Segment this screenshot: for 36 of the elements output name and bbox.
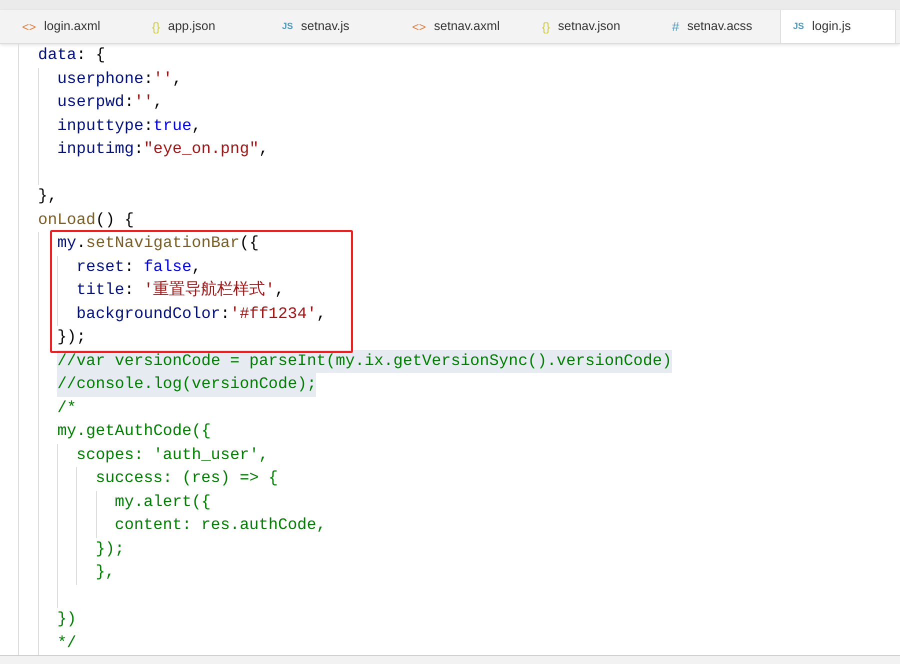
- code-line: */: [57, 632, 76, 654]
- code-line: userpwd:'',: [57, 92, 163, 113]
- code-brackets-icon: <>: [22, 20, 36, 32]
- code-line: content: res.authCode,: [114, 515, 326, 536]
- code-brackets-icon: <>: [412, 20, 426, 32]
- code-line: data: {: [38, 45, 106, 66]
- code-line: inputimg:"eye_on.png",: [57, 139, 268, 160]
- code-line: backgroundColor:'#ff1234',: [76, 304, 326, 324]
- code-line: },: [96, 562, 115, 583]
- code-line: success: (res) => {: [96, 468, 278, 489]
- code-line: });: [96, 538, 124, 560]
- code-line: my.alert({: [114, 492, 211, 512]
- code-line: my.setNavigationBar({: [57, 233, 259, 254]
- code-line: my.getAuthCode({: [57, 421, 211, 442]
- code-line: onLoad() {: [38, 210, 134, 230]
- js-icon: JS: [793, 22, 804, 31]
- file-tab[interactable]: JS setnav.js: [260, 10, 390, 43]
- code-line: });: [57, 327, 86, 348]
- hash-icon: #: [672, 20, 680, 33]
- file-tab[interactable]: # setnav.acss: [650, 10, 780, 43]
- file-tab[interactable]: {} app.json: [130, 10, 260, 43]
- code-line: title: '重置导航栏样式',: [76, 280, 284, 301]
- code-line: }): [57, 609, 76, 630]
- file-tab[interactable]: {} setnav.json: [520, 10, 650, 43]
- file-tab[interactable]: <> login.axml: [0, 10, 130, 43]
- code-line: },: [38, 186, 58, 207]
- braces-icon: {}: [152, 20, 160, 32]
- file-tab[interactable]: <> setnav.axml: [390, 10, 520, 43]
- braces-icon: {}: [542, 20, 550, 32]
- js-icon: JS: [282, 22, 294, 31]
- code-line: reset: false,: [76, 256, 202, 278]
- code-line: /*: [57, 398, 76, 418]
- code-line: scopes: 'auth_user',: [76, 444, 268, 466]
- file-tab[interactable]: JS login.js: [780, 10, 896, 43]
- code-line: inputtype:true,: [57, 116, 202, 136]
- code-line: userphone:'',: [57, 68, 182, 90]
